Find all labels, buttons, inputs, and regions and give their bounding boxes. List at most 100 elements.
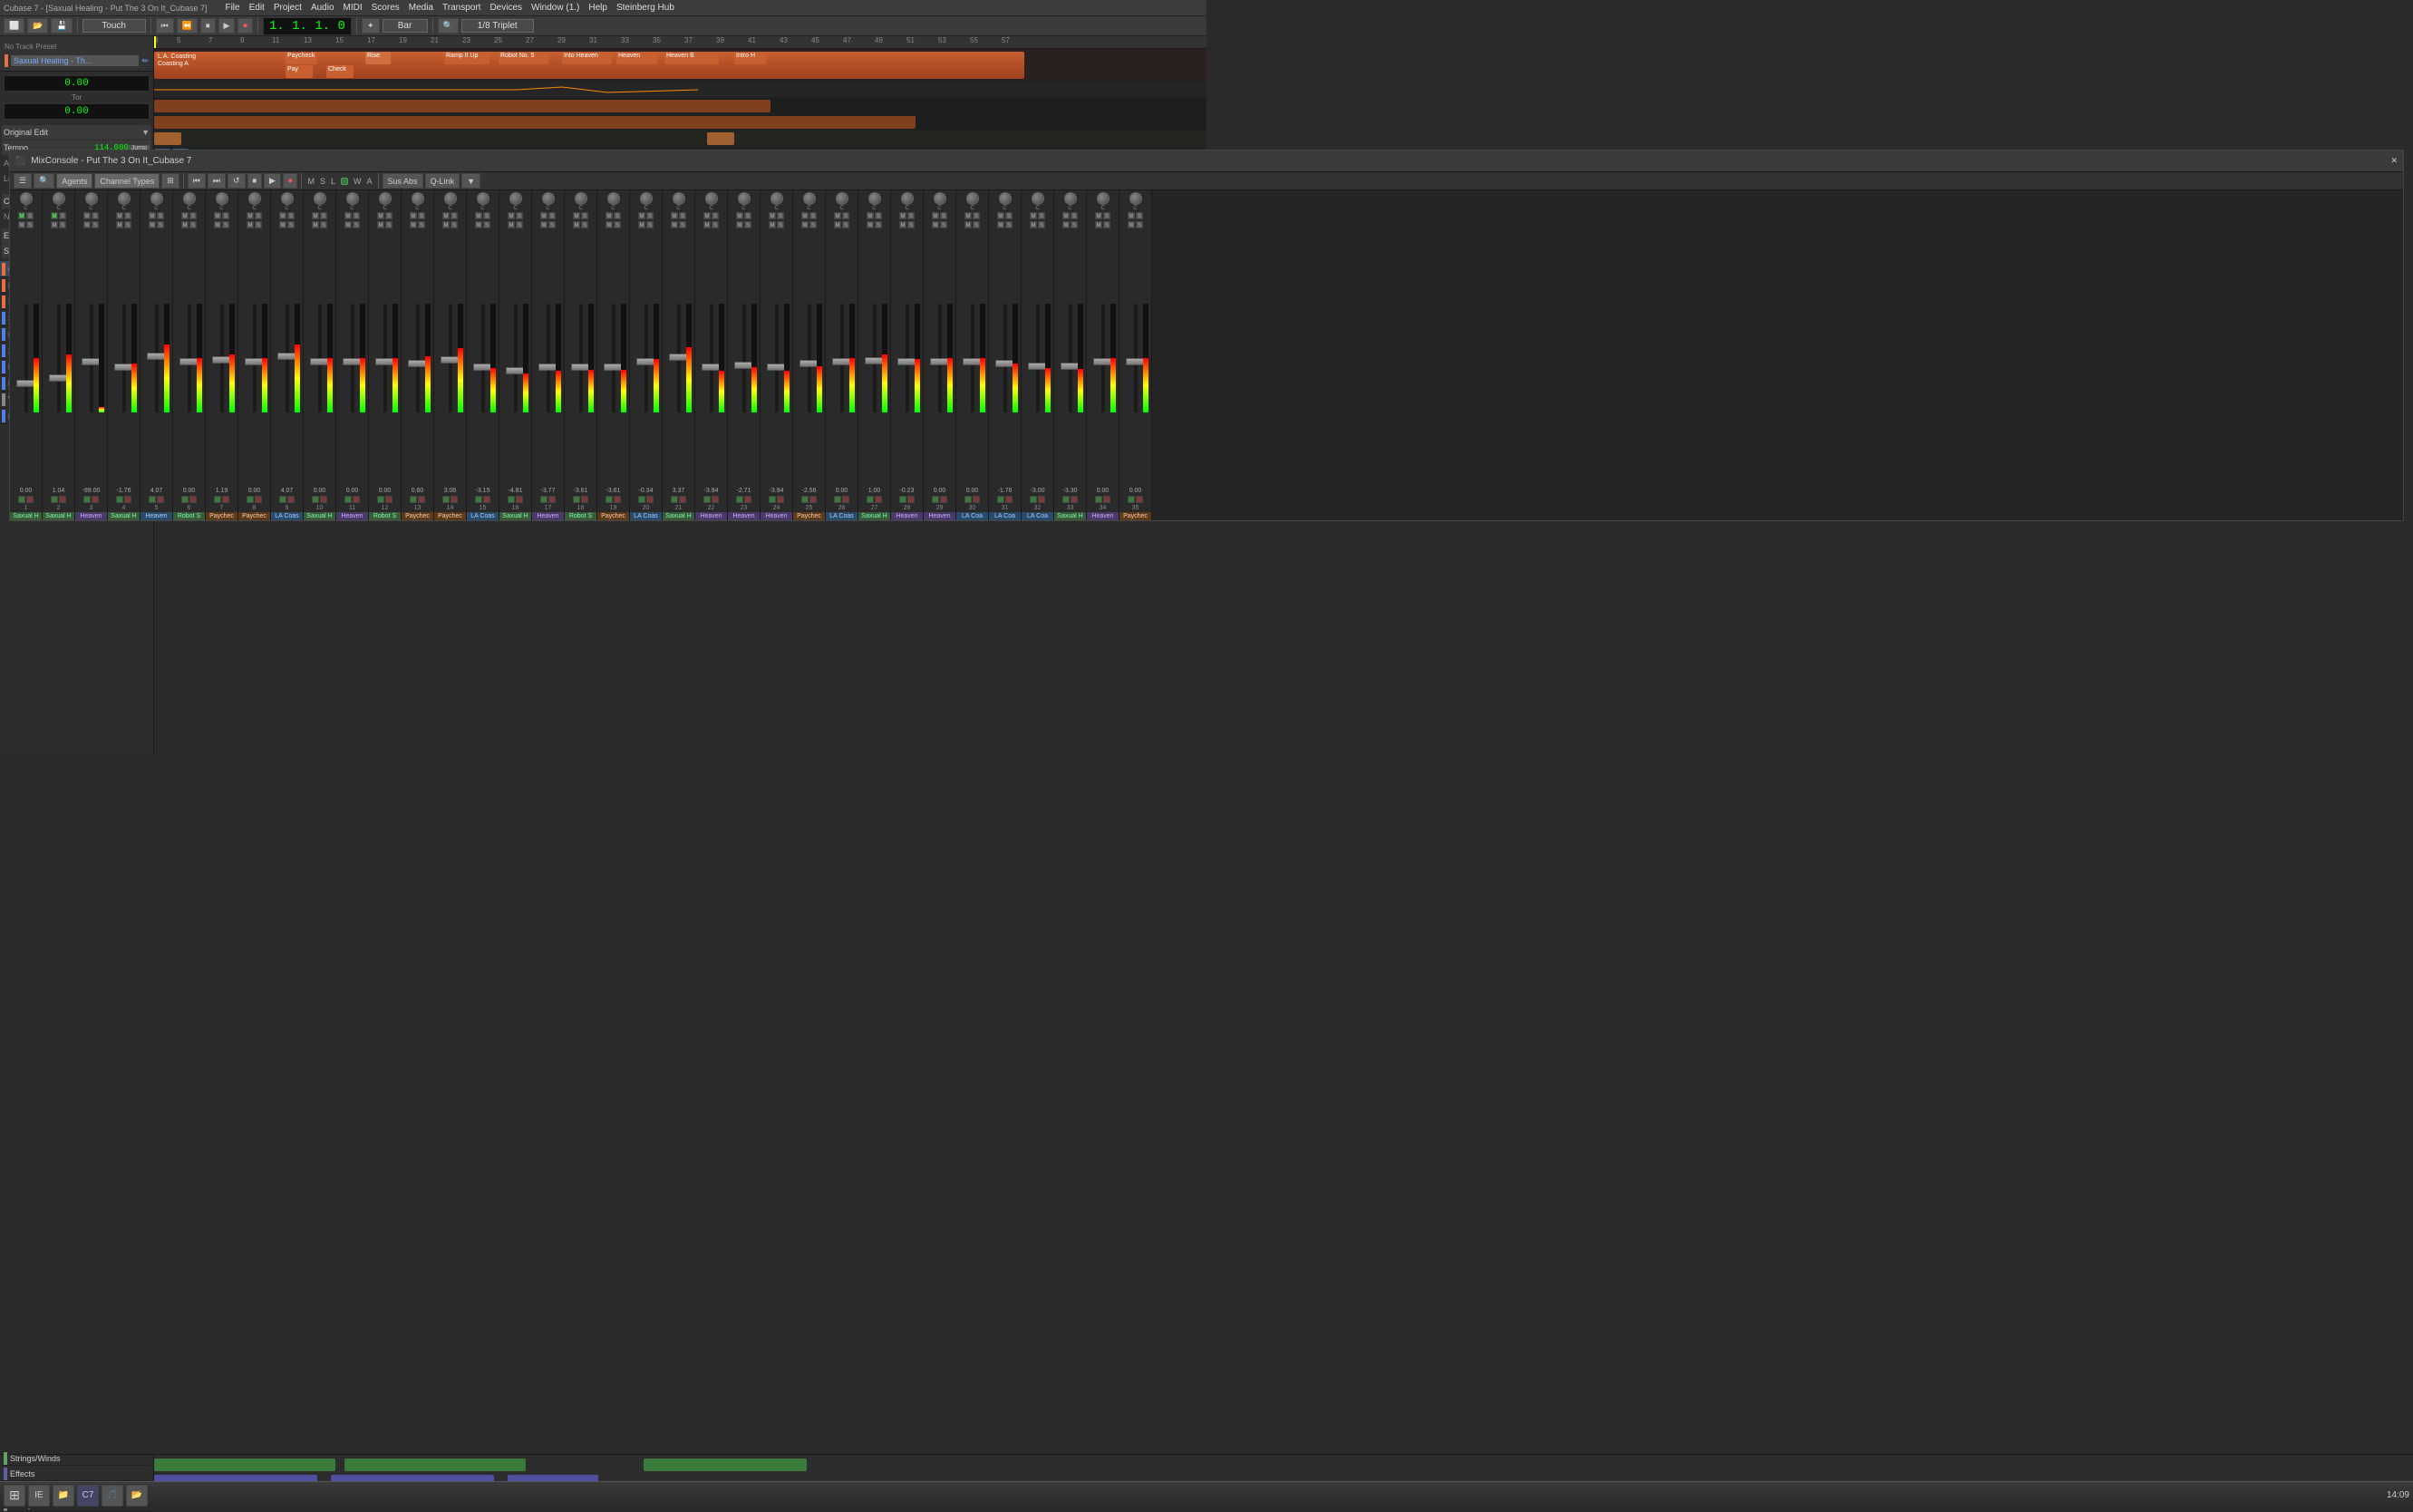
ch-m2-9[interactable]: M xyxy=(279,221,286,228)
ch-m-10[interactable]: M xyxy=(312,212,319,219)
taskbar-app-3[interactable]: 🎵 xyxy=(102,1485,123,1507)
ch-m2-12[interactable]: M xyxy=(377,221,384,228)
ch-s-2[interactable]: S xyxy=(59,212,66,219)
mix-s-btn[interactable]: S xyxy=(320,177,325,186)
ch-s-34[interactable]: S xyxy=(1103,212,1110,219)
ch-pan-33[interactable] xyxy=(1064,192,1077,205)
mix-play-btn[interactable]: ▶ xyxy=(264,173,281,189)
ch-rec-13[interactable] xyxy=(410,496,417,503)
mix-rew-btn[interactable]: ⏮ xyxy=(188,173,206,189)
ch-pan-32[interactable] xyxy=(1032,192,1044,205)
ch-s-33[interactable]: S xyxy=(1071,212,1078,219)
ch-s2-32[interactable]: S xyxy=(1038,221,1045,228)
arrangement-track-grooves[interactable] xyxy=(154,98,1206,114)
ch-m2-23[interactable]: M xyxy=(736,221,743,228)
ch-m2-29[interactable]: M xyxy=(932,221,939,228)
ch-pan-21[interactable] xyxy=(673,192,685,205)
ch-s2-5[interactable]: S xyxy=(157,221,164,228)
track-edit-icon[interactable]: ✏ xyxy=(141,56,149,66)
ch-s-21[interactable]: S xyxy=(679,212,686,219)
ch-s-25[interactable]: S xyxy=(809,212,817,219)
ch-red-34[interactable] xyxy=(1103,496,1110,503)
ch-pan-7[interactable] xyxy=(216,192,228,205)
clip-sax-mar-2[interactable] xyxy=(707,132,734,145)
ch-m-19[interactable]: M xyxy=(606,212,613,219)
ch-s-16[interactable]: S xyxy=(516,212,523,219)
ch-red-21[interactable] xyxy=(679,496,686,503)
snap-label[interactable]: Bar xyxy=(383,19,428,33)
ch-s-30[interactable]: S xyxy=(973,212,980,219)
ch-m2-4[interactable]: M xyxy=(116,221,123,228)
bottom-clip-0[interactable] xyxy=(154,1459,335,1471)
ch-m-21[interactable]: M xyxy=(671,212,678,219)
ch-s-27[interactable]: S xyxy=(875,212,882,219)
ch-m-5[interactable]: M xyxy=(149,212,156,219)
ch-m-9[interactable]: M xyxy=(279,212,286,219)
arrangement-track-0[interactable]: L.A. Coasting Coasting A Paycheck Pay Ch… xyxy=(154,49,1206,82)
ch-m-23[interactable]: M xyxy=(736,212,743,219)
ch-s2-25[interactable]: S xyxy=(809,221,817,228)
ch-m-4[interactable]: M xyxy=(116,212,123,219)
ch-rec-2[interactable] xyxy=(51,496,58,503)
ch-m-2[interactable]: M xyxy=(51,212,58,219)
ch-rec-20[interactable] xyxy=(638,496,645,503)
clip-intro[interactable]: Intro H xyxy=(734,52,766,64)
ch-rec-29[interactable] xyxy=(932,496,939,503)
ch-red-5[interactable] xyxy=(157,496,164,503)
ch-pan-24[interactable] xyxy=(770,192,783,205)
ch-fader-area-7[interactable] xyxy=(206,229,237,487)
ch-m2-1[interactable]: M xyxy=(18,221,25,228)
ch-red-8[interactable] xyxy=(255,496,262,503)
menu-steinberg[interactable]: Steinberg Hub xyxy=(616,3,674,13)
touch-label[interactable]: Touch xyxy=(82,19,146,33)
ch-rec-14[interactable] xyxy=(442,496,450,503)
menu-midi[interactable]: MIDI xyxy=(344,3,363,13)
ch-pan-22[interactable] xyxy=(705,192,718,205)
clip-pay[interactable]: Pay xyxy=(286,65,313,78)
ch-rec-4[interactable] xyxy=(116,496,123,503)
ch-rec-6[interactable] xyxy=(181,496,189,503)
ch-m2-14[interactable]: M xyxy=(442,221,450,228)
ch-rec-11[interactable] xyxy=(344,496,352,503)
ch-red-2[interactable] xyxy=(59,496,66,503)
ch-red-1[interactable] xyxy=(26,496,34,503)
ch-red-3[interactable] xyxy=(92,496,99,503)
ch-s-14[interactable]: S xyxy=(451,212,458,219)
ch-s-15[interactable]: S xyxy=(483,212,490,219)
mix-a-btn[interactable]: A xyxy=(367,177,373,186)
ch-rec-18[interactable] xyxy=(573,496,580,503)
ch-fader-area-17[interactable] xyxy=(532,229,564,487)
ch-rec-7[interactable] xyxy=(214,496,221,503)
ch-s2-15[interactable]: S xyxy=(483,221,490,228)
ch-fader-area-13[interactable] xyxy=(402,229,433,487)
menu-scores[interactable]: Scores xyxy=(372,3,400,13)
ch-pan-2[interactable] xyxy=(53,192,65,205)
ch-m-14[interactable]: M xyxy=(442,212,450,219)
ch-pan-14[interactable] xyxy=(444,192,457,205)
ch-m-22[interactable]: M xyxy=(703,212,711,219)
ch-red-6[interactable] xyxy=(189,496,197,503)
ch-s2-14[interactable]: S xyxy=(451,221,458,228)
ch-fader-area-6[interactable] xyxy=(173,229,205,487)
ch-fader-area-5[interactable] xyxy=(141,229,172,487)
ch-fader-area-15[interactable] xyxy=(467,229,499,487)
mixer-search-btn[interactable]: 🔍 xyxy=(34,173,54,189)
ch-rec-27[interactable] xyxy=(867,496,874,503)
ch-rec-16[interactable] xyxy=(508,496,515,503)
ch-s-31[interactable]: S xyxy=(1005,212,1013,219)
ch-m2-6[interactable]: M xyxy=(181,221,189,228)
ch-s-35[interactable]: S xyxy=(1136,212,1143,219)
menu-window[interactable]: Window (1.) xyxy=(531,3,579,13)
ch-m-1[interactable]: M xyxy=(18,212,25,219)
ch-s2-16[interactable]: S xyxy=(516,221,523,228)
ch-m-30[interactable]: M xyxy=(964,212,972,219)
ch-red-20[interactable] xyxy=(646,496,654,503)
bottom-track-0[interactable]: Strings/Winds xyxy=(2,1452,151,1466)
ch-pan-35[interactable] xyxy=(1129,192,1142,205)
ch-fader-area-32[interactable] xyxy=(1022,229,1053,487)
ch-rec-19[interactable] xyxy=(606,496,613,503)
ch-pan-30[interactable] xyxy=(966,192,979,205)
mix-m-btn[interactable]: M xyxy=(307,177,315,186)
ch-m2-35[interactable]: M xyxy=(1128,221,1135,228)
arrangement-track-loops[interactable] xyxy=(154,114,1206,131)
